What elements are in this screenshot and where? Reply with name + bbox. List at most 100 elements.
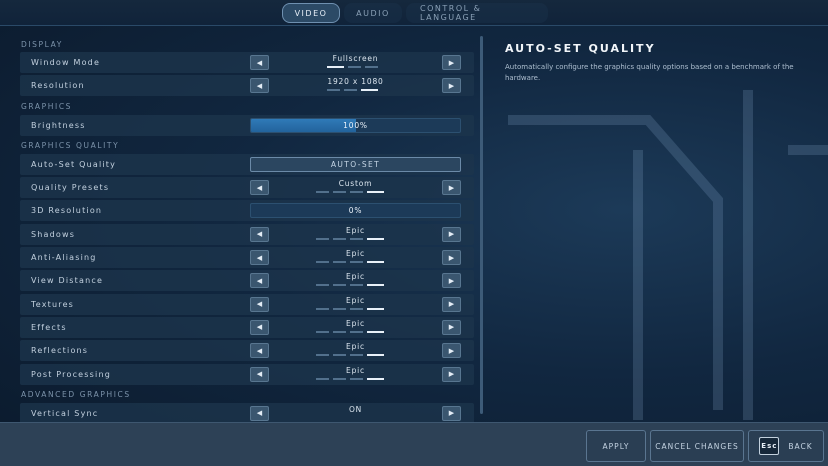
step-dot — [350, 354, 363, 357]
setting-value: Epic — [346, 272, 365, 282]
apply-button[interactable]: APPLY — [586, 430, 646, 462]
setting-label: Window Mode — [31, 58, 101, 67]
step-dot — [327, 89, 340, 92]
section-graphics-quality: GRAPHICS QUALITY — [21, 141, 120, 151]
triangle-right-icon[interactable]: ▶ — [442, 366, 461, 382]
back-label: BACK — [788, 441, 813, 451]
setting-reflections[interactable]: Reflections ◀ Epic ▶ — [20, 340, 474, 362]
step-dot — [367, 261, 384, 264]
step-dot — [367, 307, 384, 310]
setting-auto-set-quality[interactable]: Auto-Set Quality AUTO-SET — [20, 153, 474, 175]
setting-brightness[interactable]: Brightness 100% — [20, 114, 474, 136]
setting-value: Fullscreen — [332, 54, 379, 63]
triangle-left-icon[interactable]: ◀ — [250, 405, 269, 421]
background-emblem — [508, 90, 828, 420]
step-dot — [361, 89, 378, 92]
triangle-left-icon[interactable]: ◀ — [250, 366, 269, 382]
step-dot — [367, 354, 384, 357]
step-dot — [327, 66, 344, 68]
step-dot — [316, 330, 329, 333]
triangle-left-icon[interactable]: ◀ — [250, 226, 269, 242]
settings-scrollbar[interactable] — [480, 36, 483, 414]
tab-video[interactable]: VIDEO — [282, 3, 340, 23]
resolution-selector: ◀ 1920 x 1080 ▶ — [250, 77, 461, 94]
setting-label: 3D Resolution — [31, 206, 103, 216]
cancel-changes-button[interactable]: CANCEL CHANGES — [650, 430, 744, 462]
back-button[interactable]: Esc BACK — [748, 430, 824, 462]
triangle-left-icon[interactable]: ◀ — [250, 273, 269, 289]
triangle-right-icon[interactable]: ▶ — [442, 250, 461, 266]
step-dot — [333, 284, 346, 287]
triangle-left-icon[interactable]: ◀ — [250, 55, 269, 70]
setting-value: 1920 x 1080 — [327, 77, 384, 87]
auto-set-control: AUTO-SET — [250, 156, 461, 172]
slider-track[interactable]: 0% — [250, 203, 461, 219]
slider-track[interactable]: 100% — [250, 117, 461, 133]
step-dot — [344, 89, 357, 92]
anti-aliasing-selector: ◀ Epic ▶ — [250, 249, 461, 266]
step-dot — [350, 307, 363, 310]
step-dot — [333, 191, 346, 194]
triangle-left-icon[interactable]: ◀ — [250, 78, 269, 94]
triangle-right-icon[interactable]: ▶ — [442, 78, 461, 94]
triangle-right-icon[interactable]: ▶ — [442, 273, 461, 289]
info-description: Automatically configure the graphics qua… — [505, 63, 794, 82]
triangle-right-icon[interactable]: ▶ — [442, 180, 461, 196]
setting-post-processing[interactable]: Post Processing ◀ Epic ▶ — [20, 363, 474, 385]
triangle-left-icon[interactable]: ◀ — [250, 250, 269, 266]
textures-selector: ◀ Epic ▶ — [250, 295, 461, 312]
tab-audio[interactable]: AUDIO — [344, 3, 402, 23]
step-dot — [350, 377, 363, 380]
triangle-right-icon[interactable]: ▶ — [442, 319, 461, 335]
setting-anti-aliasing[interactable]: Anti-Aliasing ◀ Epic ▶ — [20, 247, 474, 269]
triangle-right-icon[interactable]: ▶ — [442, 296, 461, 312]
setting-value: ON — [348, 404, 363, 414]
triangle-right-icon[interactable]: ▶ — [442, 343, 461, 359]
triangle-left-icon[interactable]: ◀ — [250, 180, 269, 196]
auto-set-button[interactable]: AUTO-SET — [250, 156, 461, 172]
setting-view-distance[interactable]: View Distance ◀ Epic ▶ — [20, 270, 474, 292]
setting-label: Reflections — [31, 346, 89, 356]
setting-resolution[interactable]: Resolution ◀ 1920 x 1080 ▶ — [20, 75, 474, 97]
setting-textures[interactable]: Textures ◀ Epic ▶ — [20, 293, 474, 315]
step-indicator — [316, 330, 384, 333]
reflections-selector: ◀ Epic ▶ — [250, 342, 461, 359]
tab-control-language[interactable]: CONTROL & LANGUAGE — [406, 3, 548, 23]
setting-window-mode[interactable]: Window Mode ◀ Fullscreen ▶ — [20, 52, 474, 73]
setting-value: Epic — [346, 318, 365, 328]
step-dot — [367, 237, 384, 240]
setting-label: Shadows — [31, 229, 76, 239]
triangle-left-icon[interactable]: ◀ — [250, 296, 269, 312]
step-dot — [316, 354, 329, 357]
cancel-label: CANCEL CHANGES — [655, 441, 739, 451]
3d-resolution-slider[interactable]: 0% — [250, 203, 461, 219]
setting-label: Auto-Set Quality — [31, 159, 117, 169]
triangle-right-icon[interactable]: ▶ — [442, 226, 461, 242]
step-indicator — [316, 377, 384, 380]
setting-vertical-sync[interactable]: Vertical Sync ◀ ON ▶ — [20, 402, 474, 422]
setting-shadows[interactable]: Shadows ◀ Epic ▶ — [20, 223, 474, 245]
triangle-left-icon[interactable]: ◀ — [250, 319, 269, 335]
setting-value: Epic — [346, 225, 365, 235]
step-dot — [350, 191, 363, 194]
step-dot — [350, 284, 363, 287]
step-dot — [367, 330, 384, 333]
setting-value: Epic — [346, 295, 365, 305]
setting-3d-resolution[interactable]: 3D Resolution 0% — [20, 200, 474, 222]
step-indicator — [316, 284, 384, 287]
bottom-bar: APPLY CANCEL CHANGES Esc BACK — [0, 422, 828, 466]
triangle-right-icon[interactable]: ▶ — [442, 405, 461, 421]
setting-effects[interactable]: Effects ◀ Epic ▶ — [20, 316, 474, 338]
step-dot — [333, 377, 346, 380]
triangle-left-icon[interactable]: ◀ — [250, 343, 269, 359]
setting-quality-presets[interactable]: Quality Presets ◀ Custom ▶ — [20, 177, 474, 199]
step-indicator — [316, 307, 384, 310]
triangle-right-icon[interactable]: ▶ — [442, 55, 461, 70]
section-advanced-graphics: ADVANCED GRAPHICS — [21, 390, 131, 400]
setting-label: Post Processing — [31, 369, 111, 379]
shadows-selector: ◀ Epic ▶ — [250, 225, 461, 242]
brightness-slider[interactable]: 100% — [250, 117, 461, 133]
setting-label: View Distance — [31, 276, 104, 286]
setting-label: Resolution — [31, 81, 85, 91]
step-dot — [316, 191, 329, 194]
